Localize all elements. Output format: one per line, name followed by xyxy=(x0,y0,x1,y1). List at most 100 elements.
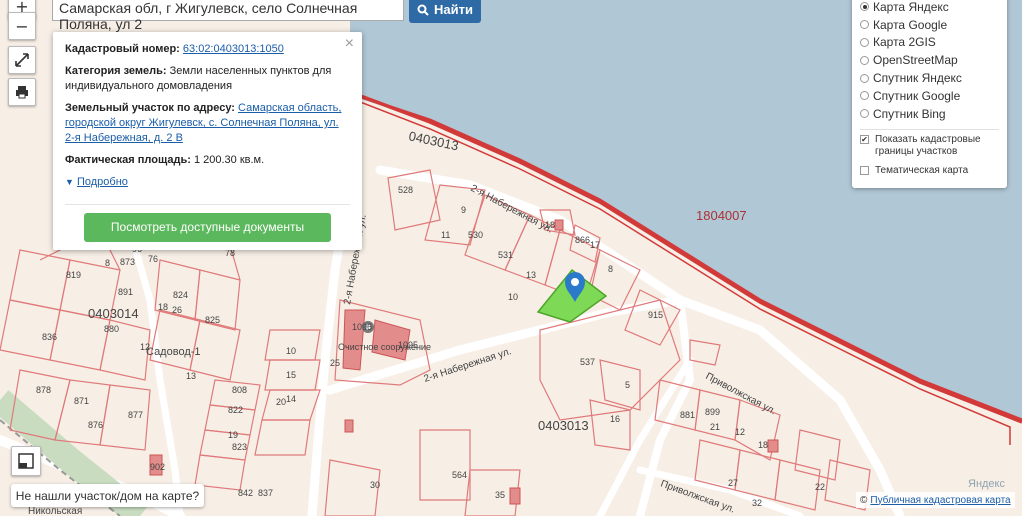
layer-option-label: Карта 2GIS xyxy=(873,35,936,50)
parcel-number: 564 xyxy=(452,470,467,480)
copyright-symbol: © xyxy=(860,494,868,506)
print-button[interactable] xyxy=(8,78,36,106)
parcel-number: 12 xyxy=(140,342,150,352)
more-link[interactable]: Подробно xyxy=(77,176,128,188)
parcel-number: 877 xyxy=(128,410,143,420)
parcel-number: 1096 xyxy=(352,322,372,332)
parcel-number: 881 xyxy=(680,410,695,420)
parcel-number: 902 xyxy=(150,462,165,472)
chevron-down-icon: ▼ xyxy=(65,177,74,187)
layer-option[interactable]: Карта 2GIS xyxy=(860,34,999,52)
parcel-number: 16 xyxy=(610,414,620,424)
parcel-info-popup: × Кадастровый номер: 63:02:0403013:1050 … xyxy=(53,32,362,250)
area-row: Фактическая площадь: 1 200.30 кв.м. xyxy=(65,153,350,168)
layer-option[interactable]: Спутник Bing xyxy=(860,105,999,123)
parcel-number: 15 xyxy=(286,370,296,380)
search-button[interactable]: Найти xyxy=(409,0,481,23)
parcel-number: 10 xyxy=(508,292,518,302)
layer-option[interactable]: Карта Яндекс xyxy=(860,0,999,16)
parcel-number: 18 xyxy=(758,440,768,450)
cadastral-number-row: Кадастровый номер: 63:02:0403013:1050 xyxy=(65,42,350,57)
search-input[interactable]: Самарская обл, г Жигулевск, село Солнечн… xyxy=(52,0,404,32)
show-borders-label: Показать кадастровые границы участков xyxy=(875,133,981,157)
search-icon xyxy=(417,4,429,16)
fullscreen-button[interactable] xyxy=(8,46,36,74)
thematic-option[interactable]: Тематическая карта xyxy=(860,165,999,177)
parcel-number: 899 xyxy=(705,407,720,417)
quarter-label-left: 0403014 xyxy=(88,306,139,321)
layer-option-label: OpenStreetMap xyxy=(873,53,958,68)
more-row[interactable]: ▼ Подробно xyxy=(65,175,350,190)
parcel-number: 30 xyxy=(370,480,380,490)
quarter-label-main: 0403013 xyxy=(538,418,589,433)
parcel-number: 5 xyxy=(625,380,630,390)
layer-radio[interactable] xyxy=(860,55,869,65)
parcel-number: 13 xyxy=(526,270,536,280)
parcel-number: 915 xyxy=(648,310,663,320)
not-found-button[interactable]: Не нашли участок/дом на карте? xyxy=(11,484,204,507)
layer-radio[interactable] xyxy=(860,37,869,47)
layer-option-label: Карта Яндекс xyxy=(873,0,949,14)
layer-option[interactable]: Спутник Google xyxy=(860,87,999,105)
parcel-number: 8 xyxy=(608,264,613,274)
settlement-label: Садовод-1 xyxy=(146,346,201,358)
attribution: © Публичная кадастровая карта xyxy=(856,492,1015,508)
thematic-checkbox[interactable] xyxy=(860,165,869,175)
building-small-1 xyxy=(554,219,564,231)
layer-option[interactable]: Спутник Яндекс xyxy=(860,69,999,87)
parcel-number: 22 xyxy=(815,482,825,492)
layer-radio[interactable] xyxy=(860,109,869,119)
layer-radio[interactable] xyxy=(860,2,869,12)
street-label-nikol: Никольская xyxy=(28,506,82,516)
parcel-number: 26 xyxy=(172,305,182,315)
layer-option-label: Карта Google xyxy=(873,17,948,32)
area-value: 1 200.30 кв.м. xyxy=(193,154,265,166)
cadastral-number-label: Кадастровый номер: xyxy=(65,43,180,55)
parcel-number: 27 xyxy=(728,478,738,488)
parcel-number: 824 xyxy=(173,290,188,300)
parcel-number: 531 xyxy=(498,250,513,260)
parcel-number: 880 xyxy=(104,324,119,334)
parcel-number: 11 xyxy=(441,230,450,240)
show-borders-checkbox[interactable]: ✔ xyxy=(860,134,869,144)
layer-radio[interactable] xyxy=(860,20,869,30)
parcel-number: 876 xyxy=(88,420,103,430)
parcel-number: 9 xyxy=(461,205,466,215)
parcel-number: 32 xyxy=(752,498,762,508)
parcel-number: 20 xyxy=(276,397,286,407)
parcel-number: 825 xyxy=(205,315,220,325)
parcel-number: 537 xyxy=(580,357,595,367)
parcel-number: 10 xyxy=(286,346,296,356)
layer-option[interactable]: OpenStreetMap xyxy=(860,51,999,69)
parcel-number: 18 xyxy=(545,220,555,230)
parcel-number: 18 xyxy=(158,302,168,312)
parcel-number: 873 xyxy=(120,257,135,267)
layer-radio[interactable] xyxy=(860,91,869,101)
parcel-number: 17 xyxy=(590,240,600,250)
parcel-number: 21 xyxy=(710,422,720,432)
parcel-number: 19 xyxy=(228,430,238,440)
parcel-number: 819 xyxy=(66,270,81,280)
parcel-number: 8 xyxy=(105,258,110,268)
category-label: Категория земель: xyxy=(65,65,167,77)
area-label: Фактическая площадь: xyxy=(65,154,191,166)
parcel-number: 13 xyxy=(186,371,196,381)
view-documents-button[interactable]: Посмотреть доступные документы xyxy=(84,213,331,242)
parcel-number: 14 xyxy=(286,394,296,404)
layers-toggle-button[interactable] xyxy=(11,446,41,476)
layer-radio[interactable] xyxy=(860,73,869,83)
parcel-number: 25 xyxy=(330,358,340,368)
parcel-number: 823 xyxy=(232,442,247,452)
cadastral-number-link[interactable]: 63:02:0403013:1050 xyxy=(183,43,284,55)
popup-divider xyxy=(65,204,350,205)
show-borders-option[interactable]: ✔ Показать кадастровые границы участков xyxy=(860,134,999,158)
attribution-link[interactable]: Публичная кадастровая карта xyxy=(870,495,1010,506)
zoom-out-button[interactable]: − xyxy=(8,12,36,40)
search-button-label: Найти xyxy=(434,2,473,17)
layer-option[interactable]: Карта Google xyxy=(860,16,999,34)
close-icon[interactable]: × xyxy=(345,36,354,52)
parcel-number: 836 xyxy=(42,332,57,342)
parcel-number: 891 xyxy=(118,287,133,297)
map-layers-panel: Карта Яндекс Карта Google Карта 2GIS OpenSt… xyxy=(852,0,1007,188)
layers-divider xyxy=(860,128,999,130)
